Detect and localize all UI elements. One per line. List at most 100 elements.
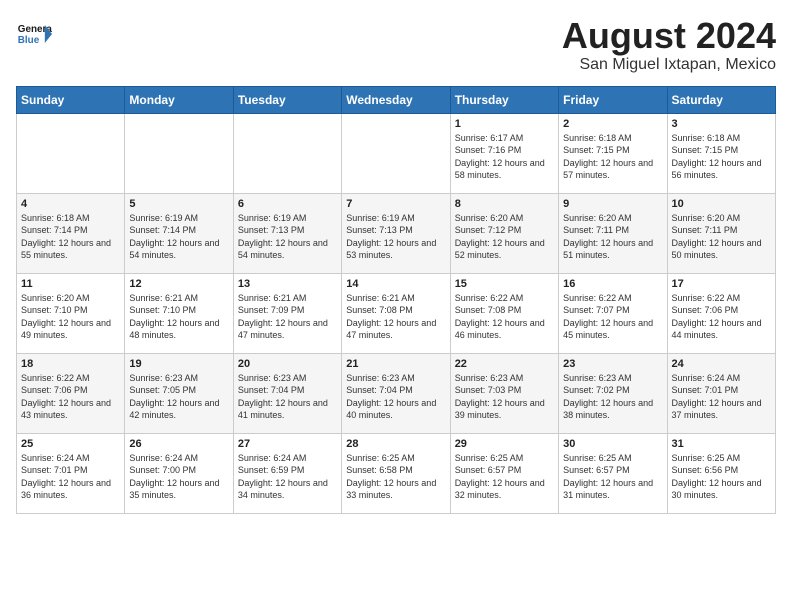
- day-number: 21: [346, 358, 445, 370]
- day-number: 22: [455, 358, 554, 370]
- day-info: Sunrise: 6:25 AMSunset: 6:57 PMDaylight:…: [455, 452, 554, 502]
- day-number: 14: [346, 278, 445, 290]
- calendar-cell: 5 Sunrise: 6:19 AMSunset: 7:14 PMDaylight…: [125, 193, 233, 273]
- calendar-cell: 16 Sunrise: 6:22 AMSunset: 7:07 PMDayligh…: [559, 273, 667, 353]
- day-info: Sunrise: 6:18 AMSunset: 7:15 PMDaylight:…: [563, 132, 662, 182]
- day-number: 16: [563, 278, 662, 290]
- day-info: Sunrise: 6:22 AMSunset: 7:06 PMDaylight:…: [21, 372, 120, 422]
- calendar-cell: 11 Sunrise: 6:20 AMSunset: 7:10 PMDayligh…: [17, 273, 125, 353]
- calendar-cell: 9Sunrise: 6:20 AMSunset: 7:11 PMDaylight…: [559, 193, 667, 273]
- calendar-cell: 19Sunrise: 6:23 AMSunset: 7:05 PMDayligh…: [125, 353, 233, 433]
- day-number: 17: [672, 278, 771, 290]
- calendar-cell: 12 Sunrise: 6:21 AMSunset: 7:10 PMDayligh…: [125, 273, 233, 353]
- day-info: Sunrise: 6:25 AMSunset: 6:56 PMDaylight:…: [672, 452, 771, 502]
- day-header-thursday: Thursday: [450, 86, 558, 113]
- week-row-4: 18 Sunrise: 6:22 AMSunset: 7:06 PMDayligh…: [17, 353, 776, 433]
- calendar-cell: 14Sunrise: 6:21 AMSunset: 7:08 PMDayligh…: [342, 273, 450, 353]
- day-info: Sunrise: 6:23 AMSunset: 7:03 PMDaylight:…: [455, 372, 554, 422]
- day-info: Sunrise: 6:17 AMSunset: 7:16 PMDaylight:…: [455, 132, 554, 182]
- day-number: 4: [21, 198, 120, 210]
- calendar-cell: 18 Sunrise: 6:22 AMSunset: 7:06 PMDayligh…: [17, 353, 125, 433]
- calendar-cell: 20Sunrise: 6:23 AMSunset: 7:04 PMDayligh…: [233, 353, 341, 433]
- day-number: 19: [129, 358, 228, 370]
- calendar-cell: 13Sunrise: 6:21 AMSunset: 7:09 PMDayligh…: [233, 273, 341, 353]
- calendar-cell: 22 Sunrise: 6:23 AMSunset: 7:03 PMDayligh…: [450, 353, 558, 433]
- day-info: Sunrise: 6:20 AMSunset: 7:10 PMDaylight:…: [21, 292, 120, 342]
- calendar-table: SundayMondayTuesdayWednesdayThursdayFrid…: [16, 86, 776, 514]
- day-number: 31: [672, 438, 771, 450]
- day-number: 7: [346, 198, 445, 210]
- day-headers-row: SundayMondayTuesdayWednesdayThursdayFrid…: [17, 86, 776, 113]
- week-row-1: 1 Sunrise: 6:17 AMSunset: 7:16 PMDaylight…: [17, 113, 776, 193]
- day-number: 24: [672, 358, 771, 370]
- day-info: Sunrise: 6:18 AMSunset: 7:14 PMDaylight:…: [21, 212, 120, 262]
- week-row-2: 4 Sunrise: 6:18 AMSunset: 7:14 PMDaylight…: [17, 193, 776, 273]
- day-info: Sunrise: 6:20 AMSunset: 7:12 PMDaylight:…: [455, 212, 554, 262]
- day-number: 26: [129, 438, 228, 450]
- day-number: 23: [563, 358, 662, 370]
- day-number: 10: [672, 198, 771, 210]
- day-info: Sunrise: 6:24 AMSunset: 7:00 PMDaylight:…: [129, 452, 228, 502]
- calendar-cell: 10 Sunrise: 6:20 AMSunset: 7:11 PMDayligh…: [667, 193, 775, 273]
- day-header-monday: Monday: [125, 86, 233, 113]
- day-header-sunday: Sunday: [17, 86, 125, 113]
- day-info: Sunrise: 6:21 AMSunset: 7:10 PMDaylight:…: [129, 292, 228, 342]
- day-info: Sunrise: 6:23 AMSunset: 7:02 PMDaylight:…: [563, 372, 662, 422]
- calendar-cell: [17, 113, 125, 193]
- week-row-3: 11 Sunrise: 6:20 AMSunset: 7:10 PMDayligh…: [17, 273, 776, 353]
- month-year-title: August 2024: [562, 16, 776, 56]
- calendar-cell: 24 Sunrise: 6:24 AMSunset: 7:01 PMDayligh…: [667, 353, 775, 433]
- calendar-cell: 23 Sunrise: 6:23 AMSunset: 7:02 PMDayligh…: [559, 353, 667, 433]
- calendar-cell: 27 Sunrise: 6:24 AMSunset: 6:59 PMDayligh…: [233, 433, 341, 513]
- page-header: General Blue August 2024 San Miguel Ixta…: [16, 16, 776, 74]
- day-number: 12: [129, 278, 228, 290]
- day-header-saturday: Saturday: [667, 86, 775, 113]
- calendar-cell: 3 Sunrise: 6:18 AMSunset: 7:15 PMDaylight…: [667, 113, 775, 193]
- calendar-cell: 17Sunrise: 6:22 AMSunset: 7:06 PMDayligh…: [667, 273, 775, 353]
- day-number: 27: [238, 438, 337, 450]
- day-info: Sunrise: 6:20 AMSunset: 7:11 PMDaylight:…: [672, 212, 771, 262]
- calendar-cell: 21 Sunrise: 6:23 AMSunset: 7:04 PMDayligh…: [342, 353, 450, 433]
- day-number: 25: [21, 438, 120, 450]
- day-info: Sunrise: 6:20 AMSunset: 7:11 PMDaylight:…: [563, 212, 662, 262]
- logo: General Blue: [16, 16, 52, 52]
- calendar-cell: 8 Sunrise: 6:20 AMSunset: 7:12 PMDaylight…: [450, 193, 558, 273]
- calendar-cell: 6 Sunrise: 6:19 AMSunset: 7:13 PMDaylight…: [233, 193, 341, 273]
- logo-icon: General Blue: [16, 16, 52, 52]
- day-info: Sunrise: 6:22 AMSunset: 7:08 PMDaylight:…: [455, 292, 554, 342]
- day-info: Sunrise: 6:22 AMSunset: 7:07 PMDaylight:…: [563, 292, 662, 342]
- day-info: Sunrise: 6:24 AMSunset: 7:01 PMDaylight:…: [21, 452, 120, 502]
- day-info: Sunrise: 6:19 AMSunset: 7:13 PMDaylight:…: [238, 212, 337, 262]
- day-info: Sunrise: 6:24 AMSunset: 6:59 PMDaylight:…: [238, 452, 337, 502]
- day-number: 5: [129, 198, 228, 210]
- calendar-cell: 29 Sunrise: 6:25 AMSunset: 6:57 PMDayligh…: [450, 433, 558, 513]
- calendar-cell: 28Sunrise: 6:25 AMSunset: 6:58 PMDayligh…: [342, 433, 450, 513]
- day-number: 18: [21, 358, 120, 370]
- day-number: 3: [672, 118, 771, 130]
- day-number: 11: [21, 278, 120, 290]
- day-info: Sunrise: 6:19 AMSunset: 7:13 PMDaylight:…: [346, 212, 445, 262]
- svg-text:Blue: Blue: [18, 35, 40, 46]
- day-number: 8: [455, 198, 554, 210]
- day-info: Sunrise: 6:19 AMSunset: 7:14 PMDaylight:…: [129, 212, 228, 262]
- week-row-5: 25 Sunrise: 6:24 AMSunset: 7:01 PMDayligh…: [17, 433, 776, 513]
- day-info: Sunrise: 6:18 AMSunset: 7:15 PMDaylight:…: [672, 132, 771, 182]
- day-number: 15: [455, 278, 554, 290]
- calendar-cell: 1 Sunrise: 6:17 AMSunset: 7:16 PMDaylight…: [450, 113, 558, 193]
- calendar-cell: 7 Sunrise: 6:19 AMSunset: 7:13 PMDaylight…: [342, 193, 450, 273]
- day-number: 2: [563, 118, 662, 130]
- day-number: 6: [238, 198, 337, 210]
- day-info: Sunrise: 6:21 AMSunset: 7:09 PMDaylight:…: [238, 292, 337, 342]
- day-header-tuesday: Tuesday: [233, 86, 341, 113]
- day-info: Sunrise: 6:24 AMSunset: 7:01 PMDaylight:…: [672, 372, 771, 422]
- calendar-cell: 26 Sunrise: 6:24 AMSunset: 7:00 PMDayligh…: [125, 433, 233, 513]
- day-info: Sunrise: 6:23 AMSunset: 7:04 PMDaylight:…: [346, 372, 445, 422]
- day-number: 1: [455, 118, 554, 130]
- calendar-cell: 30Sunrise: 6:25 AMSunset: 6:57 PMDayligh…: [559, 433, 667, 513]
- day-header-wednesday: Wednesday: [342, 86, 450, 113]
- calendar-cell: 4 Sunrise: 6:18 AMSunset: 7:14 PMDaylight…: [17, 193, 125, 273]
- calendar-cell: [125, 113, 233, 193]
- day-number: 29: [455, 438, 554, 450]
- calendar-cell: 25 Sunrise: 6:24 AMSunset: 7:01 PMDayligh…: [17, 433, 125, 513]
- day-header-friday: Friday: [559, 86, 667, 113]
